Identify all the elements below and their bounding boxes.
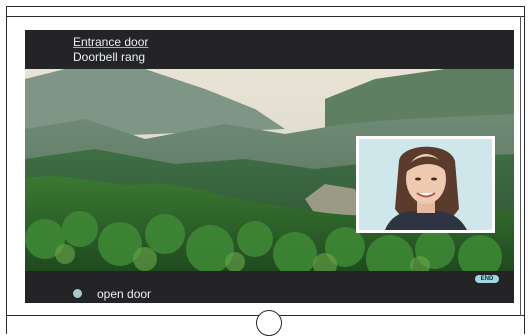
call-header: Entrance door Doorbell rang [25,30,514,69]
visitor-pip-video[interactable] [356,136,495,233]
visitor-face [359,139,492,230]
call-footer: END open door [25,271,514,303]
call-status-text: Doorbell rang [73,50,146,64]
home-button[interactable] [256,310,282,336]
bezel-edge [520,16,521,316]
end-call-button[interactable]: END [475,275,499,283]
caller-name-link[interactable]: Entrance door [73,35,148,49]
camera-feed [25,69,514,271]
door-open-icon[interactable] [73,289,82,298]
open-door-button[interactable]: open door [97,287,151,301]
intercom-screen: Entrance door Doorbell rang END open doo… [25,30,514,303]
